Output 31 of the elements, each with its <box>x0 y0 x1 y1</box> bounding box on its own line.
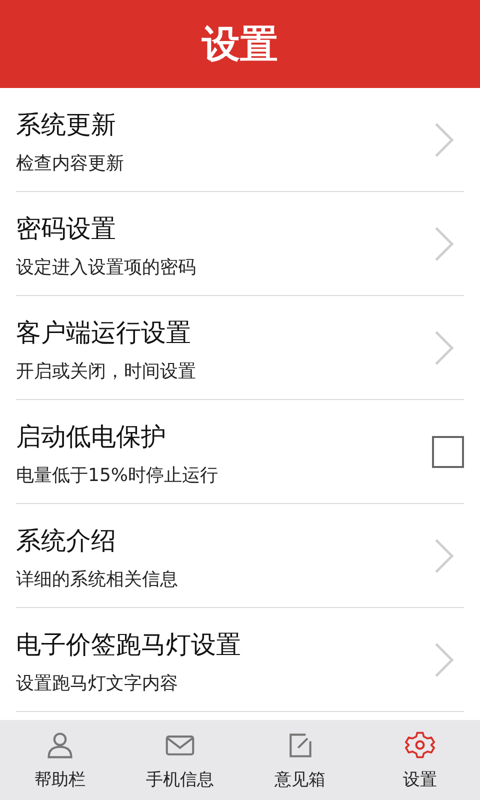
settings-item[interactable]: 密码设置 设定进入设置项的密码 <box>16 192 464 296</box>
item-subtitle: 开启或关闭，时间设置 <box>16 360 196 383</box>
item-title: 系统更新 <box>16 109 117 141</box>
item-subtitle: 检查内容更新 <box>16 152 124 175</box>
chevron-icon <box>434 122 454 158</box>
chevron-icon <box>434 330 454 366</box>
chevron-icon <box>434 226 454 262</box>
item-subtitle: 电量低于15%时停止运行 <box>16 464 218 487</box>
settings-icon <box>405 730 435 760</box>
tab[interactable]: 帮助栏 <box>0 720 120 800</box>
settings-item[interactable]: 系统更新 检查内容更新 <box>16 88 464 192</box>
chevron-icon <box>434 642 454 678</box>
tab[interactable]: 设置 <box>360 720 480 800</box>
item-title: 启动低电保护 <box>16 421 167 453</box>
page-title: 设置 <box>202 20 278 68</box>
item-title: 电子价签跑马灯设置 <box>16 629 241 661</box>
tab[interactable]: 手机信息 <box>120 720 240 800</box>
item-title: 密码设置 <box>16 213 117 245</box>
settings-item[interactable]: 客户端运行设置 开启或关闭，时间设置 <box>16 296 464 400</box>
chevron-icon <box>434 538 454 574</box>
item-subtitle: 详细的系统相关信息 <box>16 568 178 591</box>
settings-item[interactable]: 电子价签跑马灯设置 设置跑马灯文字内容 <box>16 608 464 712</box>
item-title: 系统介绍 <box>16 525 117 557</box>
settings-item[interactable]: 系统介绍 详细的系统相关信息 <box>16 504 464 608</box>
checkbox[interactable] <box>432 436 464 468</box>
item-subtitle: 设置跑马灯文字内容 <box>16 672 179 695</box>
item-subtitle: 设定进入设置项的密码 <box>16 256 196 279</box>
item-title: 客户端运行设置 <box>16 317 192 349</box>
person-icon <box>45 730 75 760</box>
tab[interactable]: 意见箱 <box>240 720 360 800</box>
settings-item[interactable]: 启动低电保护 电量低于15%时停止运行 <box>16 400 464 504</box>
